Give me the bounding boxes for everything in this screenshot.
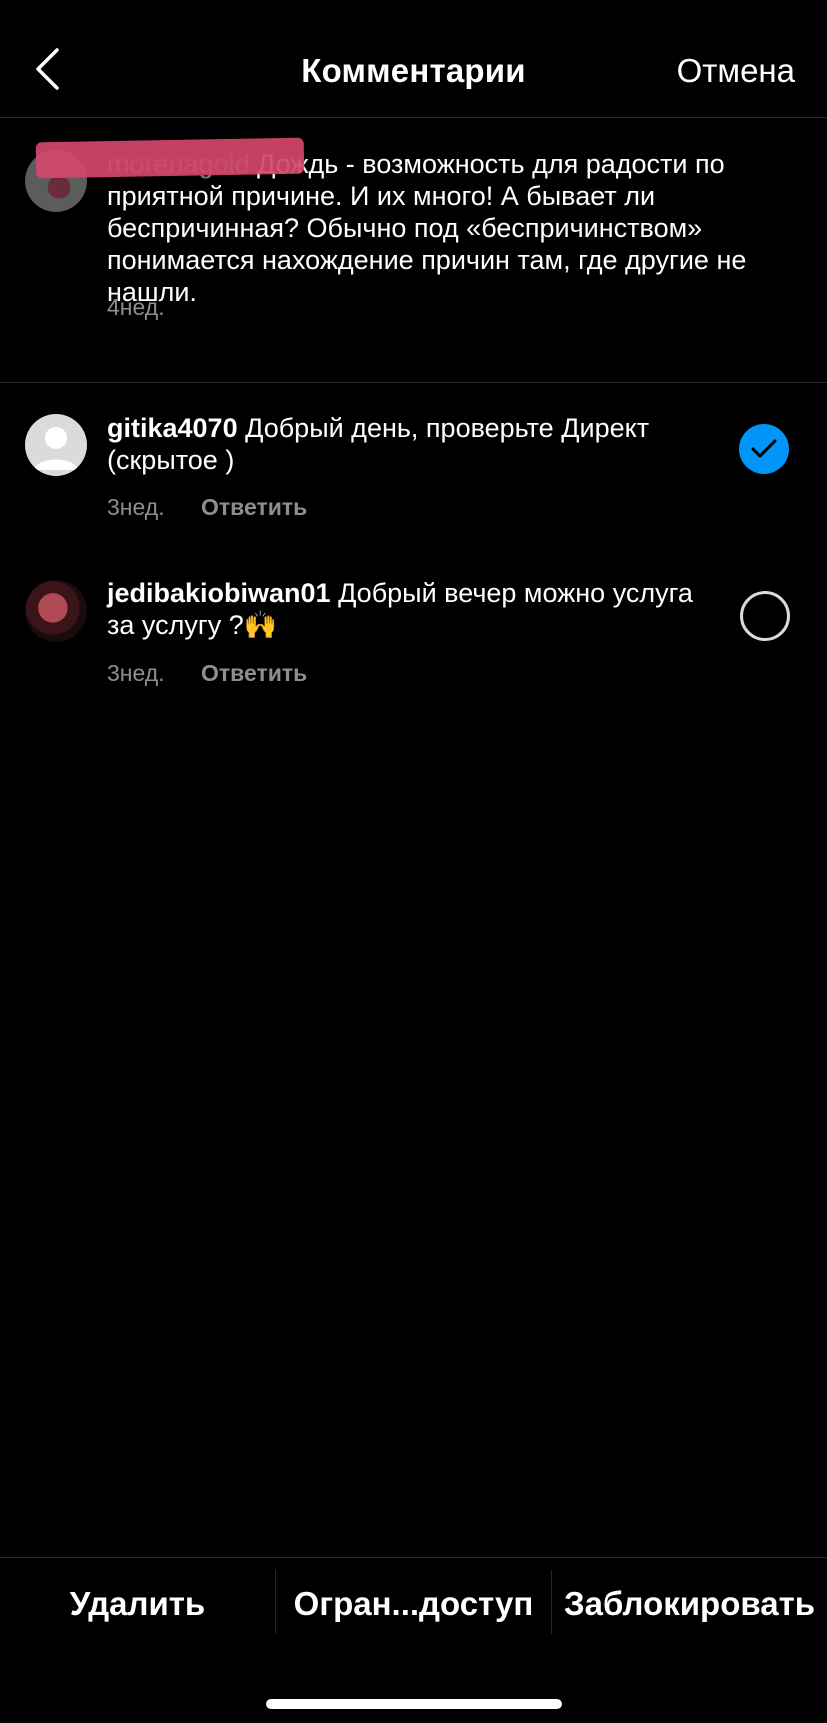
select-checkbox-checked[interactable] xyxy=(739,424,789,474)
checkmark-icon xyxy=(751,439,777,458)
default-avatar-icon xyxy=(34,427,78,470)
comment-time: 3нед. xyxy=(107,494,165,520)
comment-text-block: gitika4070 Добрый день, проверьте Директ… xyxy=(107,412,707,476)
avatar[interactable] xyxy=(25,580,87,642)
comment-time: 3нед. xyxy=(107,660,165,686)
home-indicator[interactable] xyxy=(266,1699,562,1709)
comment-username[interactable]: gitika4070 xyxy=(107,413,238,443)
header-bar: Комментарии Отмена xyxy=(0,0,827,118)
comment-username[interactable]: jedibakiobiwan01 xyxy=(107,578,331,608)
comment-meta: 3нед. Ответить xyxy=(107,660,307,687)
redaction-mark xyxy=(35,137,305,179)
cancel-button[interactable]: Отмена xyxy=(677,52,795,90)
comment-text-block: jedibakiobiwan01 Добрый вечер можно услу… xyxy=(107,577,707,641)
select-checkbox-unchecked[interactable] xyxy=(740,591,790,641)
delete-button[interactable]: Удалить xyxy=(0,1558,275,1650)
reply-button[interactable]: Ответить xyxy=(201,494,307,520)
caption-time: 4нед. xyxy=(107,294,165,320)
avatar[interactable] xyxy=(25,414,87,476)
bottom-action-bar: Удалить Огран...доступ Заблокировать xyxy=(0,1557,827,1650)
block-button[interactable]: Заблокировать xyxy=(552,1558,827,1650)
reply-button[interactable]: Ответить xyxy=(201,660,307,686)
restrict-button[interactable]: Огран...доступ xyxy=(276,1558,551,1650)
comment-meta: 3нед. Ответить xyxy=(107,494,307,521)
caption-meta: 4нед. xyxy=(107,294,165,321)
